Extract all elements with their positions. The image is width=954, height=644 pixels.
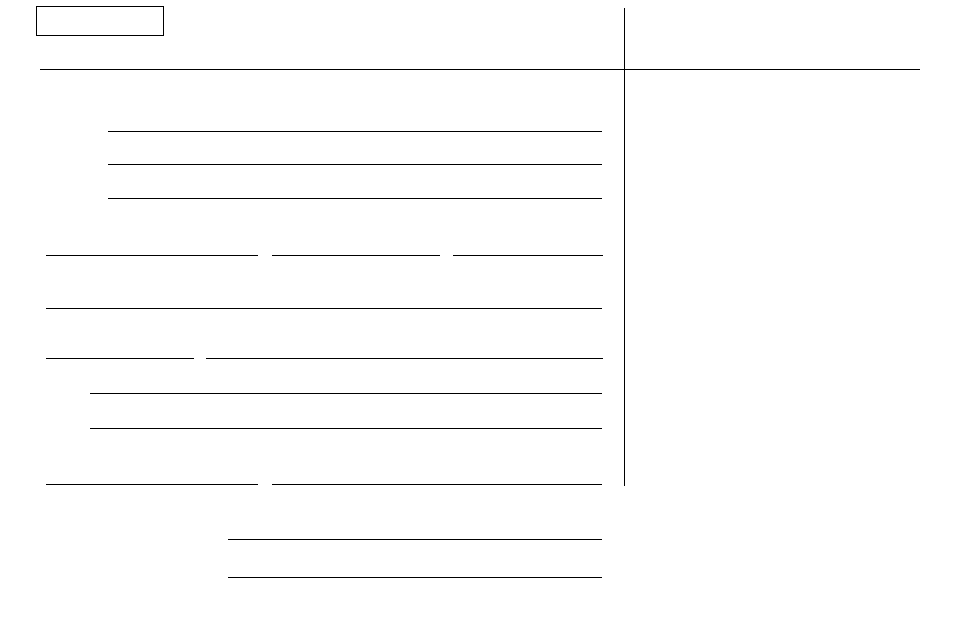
vertical-divider: [624, 8, 625, 486]
form-line: [228, 539, 602, 540]
form-line: [46, 484, 258, 485]
form-line: [90, 428, 602, 429]
form-line: [46, 358, 194, 359]
form-line: [272, 484, 602, 485]
form-line: [90, 393, 602, 394]
form-line: [46, 255, 258, 256]
top-left-box: [36, 6, 164, 36]
form-line: [272, 255, 440, 256]
header-divider: [40, 69, 920, 70]
form-line: [228, 577, 602, 578]
form-line: [46, 308, 602, 309]
form-line: [206, 358, 603, 359]
form-line: [108, 131, 602, 132]
form-line: [108, 198, 602, 199]
form-line: [108, 164, 602, 165]
form-line: [453, 255, 603, 256]
